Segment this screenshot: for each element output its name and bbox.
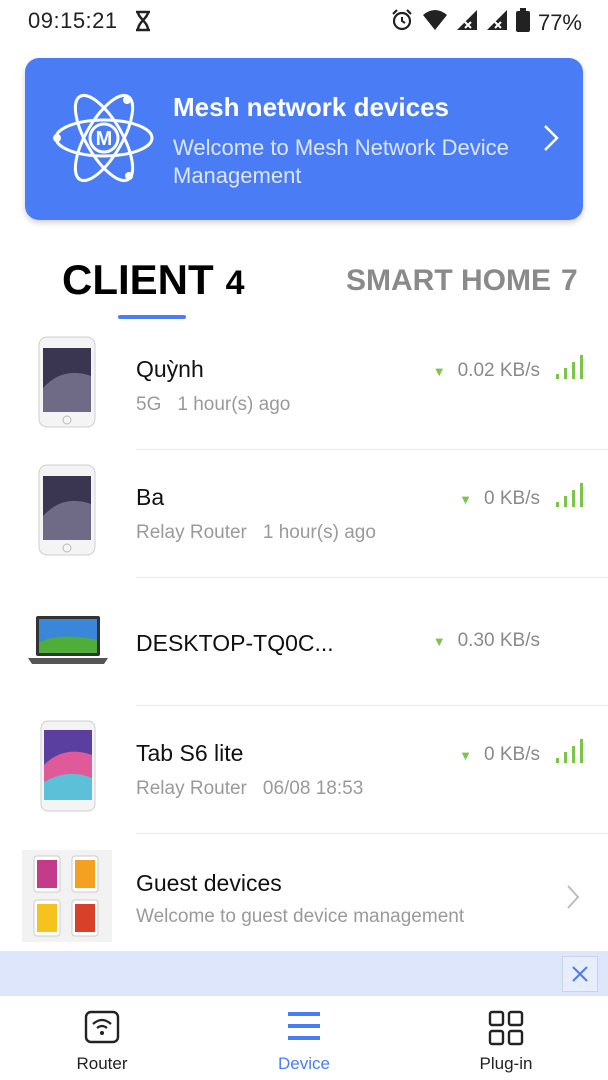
cellular-off-icon [456,9,478,36]
battery-icon [515,8,530,37]
device-subtitle: Relay Router 1 hour(s) ago [136,522,376,544]
signal-strength-icon [554,354,586,385]
phone-thumbnail [38,464,96,561]
battery-percent: 77% [537,9,582,35]
status-bar: 09:15:21 77% [0,0,608,44]
signal-strength-icon [554,738,586,769]
guest-devices-row[interactable]: Guest devices Welcome to guest device ma… [0,834,608,950]
list-item[interactable]: DESKTOP-TQ0C... ▼ 0.30 KB/s [0,578,608,706]
logo-letter: M [96,128,113,150]
guest-devices-thumbnail [22,850,112,942]
speed-value: 0 KB/s [484,488,540,509]
close-icon[interactable] [562,956,598,992]
device-speed: ▼ 0.30 KB/s [433,630,540,652]
nav-router-label: Router [76,1054,128,1073]
nav-plugin-label: Plug-in [479,1054,533,1073]
tab-smart-home-label: SMART HOME [346,264,551,297]
device-band: Relay Router [136,522,247,543]
download-arrow-icon: ▼ [459,747,473,763]
laptop-thumbnail [28,614,108,671]
wifi-icon [422,9,448,36]
device-subtitle: Relay Router 06/08 18:53 [136,778,363,800]
list-item[interactable]: Quỳnh 5G 1 hour(s) ago ▼ 0.02 KB/s [0,322,608,450]
phone-thumbnail [38,336,96,433]
device-name: Tab S6 lite [136,740,244,766]
nav-device-label: Device [278,1054,330,1073]
device-band: 5G [136,394,162,415]
download-arrow-icon: ▼ [432,363,446,379]
speed-value: 0.30 KB/s [457,630,540,651]
device-speed: ▼ 0 KB/s [459,488,540,510]
chevron-right-icon [566,884,580,915]
download-arrow-icon: ▼ [459,491,473,507]
tab-client-label: CLIENT [62,256,214,303]
device-last-seen: 1 hour(s) ago [262,522,376,543]
ad-banner [0,951,608,996]
tab-client-count: 4 [225,264,245,302]
tablet-thumbnail [40,720,96,817]
wifi-router-icon [84,1010,120,1049]
device-speed: ▼ 0 KB/s [459,744,540,766]
guest-devices-title: Guest devices [136,870,282,896]
nav-router[interactable]: Router [2,996,202,1080]
device-last-seen: 06/08 18:53 [262,778,364,799]
device-subtitle: 5G 1 hour(s) ago [136,394,290,416]
status-time: 09:15:21 [28,8,118,33]
device-name: Quỳnh [136,356,204,382]
list-item[interactable]: Tab S6 lite Relay Router 06/08 18:53 ▼ 0 … [0,706,608,834]
device-name: Ba [136,484,165,510]
hourglass-icon [134,10,152,37]
device-name: DESKTOP-TQ0C... [136,630,334,656]
device-list: Quỳnh 5G 1 hour(s) ago ▼ 0.02 KB/s Ba Re… [0,322,608,834]
atom-logo-icon: M [49,88,159,188]
device-band: Relay Router [136,778,247,799]
tab-smart-home-count: 7 [561,264,578,297]
download-arrow-icon: ▼ [432,633,446,649]
grid-icon [488,1010,524,1051]
device-speed: ▼ 0.02 KB/s [433,360,540,382]
mesh-devices-banner[interactable]: M Mesh network devices Welcome to Mesh N… [25,58,583,220]
nav-device[interactable]: Device [204,996,404,1080]
banner-subtitle: Welcome to Mesh Network Device Managemen… [173,135,509,188]
bottom-navigation: Router Device Plug-in [0,996,608,1080]
cellular-off-icon-2 [486,9,508,36]
tab-client[interactable]: CLIENT 4 [62,256,245,304]
active-tab-indicator [118,315,186,319]
list-item[interactable]: Ba Relay Router 1 hour(s) ago ▼ 0 KB/s [0,450,608,578]
device-last-seen: 1 hour(s) ago [177,394,291,415]
tab-smart-home[interactable]: SMART HOME 7 [346,264,578,298]
alarm-icon [390,8,414,37]
signal-strength-icon [554,482,586,513]
menu-icon [286,1010,322,1047]
speed-value: 0 KB/s [484,744,540,765]
banner-title: Mesh network devices [173,92,449,122]
guest-devices-subtitle: Welcome to guest device management [136,906,465,927]
chevron-right-icon [543,124,559,157]
nav-plugin[interactable]: Plug-in [406,996,606,1080]
speed-value: 0.02 KB/s [457,360,540,381]
